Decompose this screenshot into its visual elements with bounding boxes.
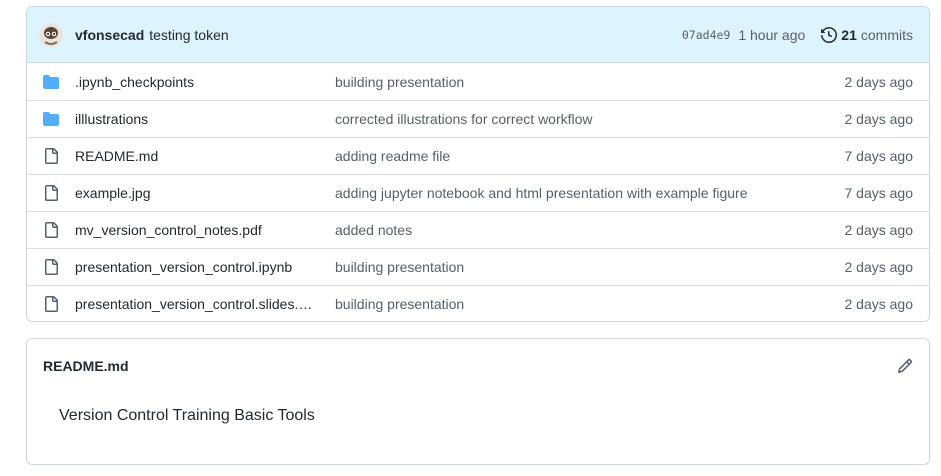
- pencil-icon: [897, 358, 913, 374]
- file-browser: vfonsecad testing token 07ad4e9 1 hour a…: [26, 6, 930, 322]
- readme-panel: README.md Version Control Training Basic…: [26, 338, 930, 465]
- file-row[interactable]: mv_version_control_notes.pdf added notes 2…: [27, 211, 929, 248]
- file-last-modified: 2 days ago: [844, 73, 914, 90]
- file-last-modified: 2 days ago: [844, 111, 914, 127]
- file-list: .ipynb_checkpoints building presentation 2…: [27, 63, 929, 321]
- file-last-modified: 7 days ago: [844, 148, 914, 164]
- commit-history-link[interactable]: 21 commits: [821, 27, 913, 43]
- commit-message-link[interactable]: testing token: [149, 27, 228, 43]
- file-last-modified: 7 days ago: [844, 185, 914, 201]
- readme-title-link[interactable]: README.md: [43, 358, 129, 374]
- commit-author-link[interactable]: vfonsecad: [75, 27, 144, 43]
- file-last-modified: 2 days ago: [844, 296, 914, 312]
- file-name-link[interactable]: presentation_version_control.ipynb: [75, 259, 319, 275]
- latest-commit-bar: vfonsecad testing token 07ad4e9 1 hour a…: [27, 7, 929, 63]
- file-icon: [43, 296, 59, 312]
- file-icon: [43, 185, 59, 201]
- file-icon: [43, 259, 59, 275]
- readme-header: README.md: [27, 339, 929, 393]
- file-commit-message-link[interactable]: building presentation: [335, 296, 845, 312]
- file-row[interactable]: .ipynb_checkpoints building presentation 2…: [27, 63, 929, 100]
- folder-icon: [43, 74, 59, 90]
- file-name-link[interactable]: example.jpg: [75, 185, 319, 201]
- file-row[interactable]: illlustrations corrected illustrations fo…: [27, 100, 929, 137]
- commits-label: commits: [860, 26, 913, 43]
- history-icon: [821, 26, 838, 43]
- file-commit-message-link[interactable]: building presentation: [335, 259, 845, 275]
- file-commit-message-link[interactable]: building presentation: [335, 74, 845, 90]
- file-name-link[interactable]: .ipynb_checkpoints: [75, 74, 319, 90]
- readme-content: Version Control Training Basic Tools: [59, 407, 315, 424]
- file-name-link[interactable]: mv_version_control_notes.pdf: [75, 222, 319, 238]
- author-avatar[interactable]: [39, 22, 63, 47]
- edit-readme-button[interactable]: [897, 358, 913, 374]
- file-commit-message-link[interactable]: added notes: [335, 222, 845, 238]
- file-commit-message-link[interactable]: adding jupyter notebook and html present…: [335, 185, 845, 201]
- commit-count: 21: [841, 26, 857, 43]
- commit-time: 1 hour ago: [738, 26, 806, 43]
- file-commit-message-link[interactable]: corrected illustrations for correct work…: [335, 111, 845, 127]
- file-row[interactable]: README.md adding readme file 7 days ago: [27, 137, 929, 174]
- file-last-modified: 2 days ago: [844, 259, 914, 275]
- readme-body: Version Control Training Basic Tools: [27, 393, 929, 439]
- file-last-modified: 2 days ago: [844, 222, 914, 238]
- file-name-link[interactable]: presentation_version_control.slides.html: [75, 296, 319, 312]
- file-name-link[interactable]: README.md: [75, 148, 319, 164]
- file-name-link[interactable]: illlustrations: [75, 111, 319, 127]
- file-row[interactable]: presentation_version_control.ipynb buildi…: [27, 248, 929, 285]
- file-row[interactable]: example.jpg adding jupyter notebook and h…: [27, 174, 929, 211]
- file-icon: [43, 222, 59, 238]
- file-row[interactable]: presentation_version_control.slides.html…: [27, 285, 929, 321]
- file-commit-message-link[interactable]: adding readme file: [335, 148, 845, 164]
- commit-sha-link[interactable]: 07ad4e9: [682, 28, 730, 42]
- file-icon: [43, 148, 59, 164]
- folder-icon: [43, 111, 59, 127]
